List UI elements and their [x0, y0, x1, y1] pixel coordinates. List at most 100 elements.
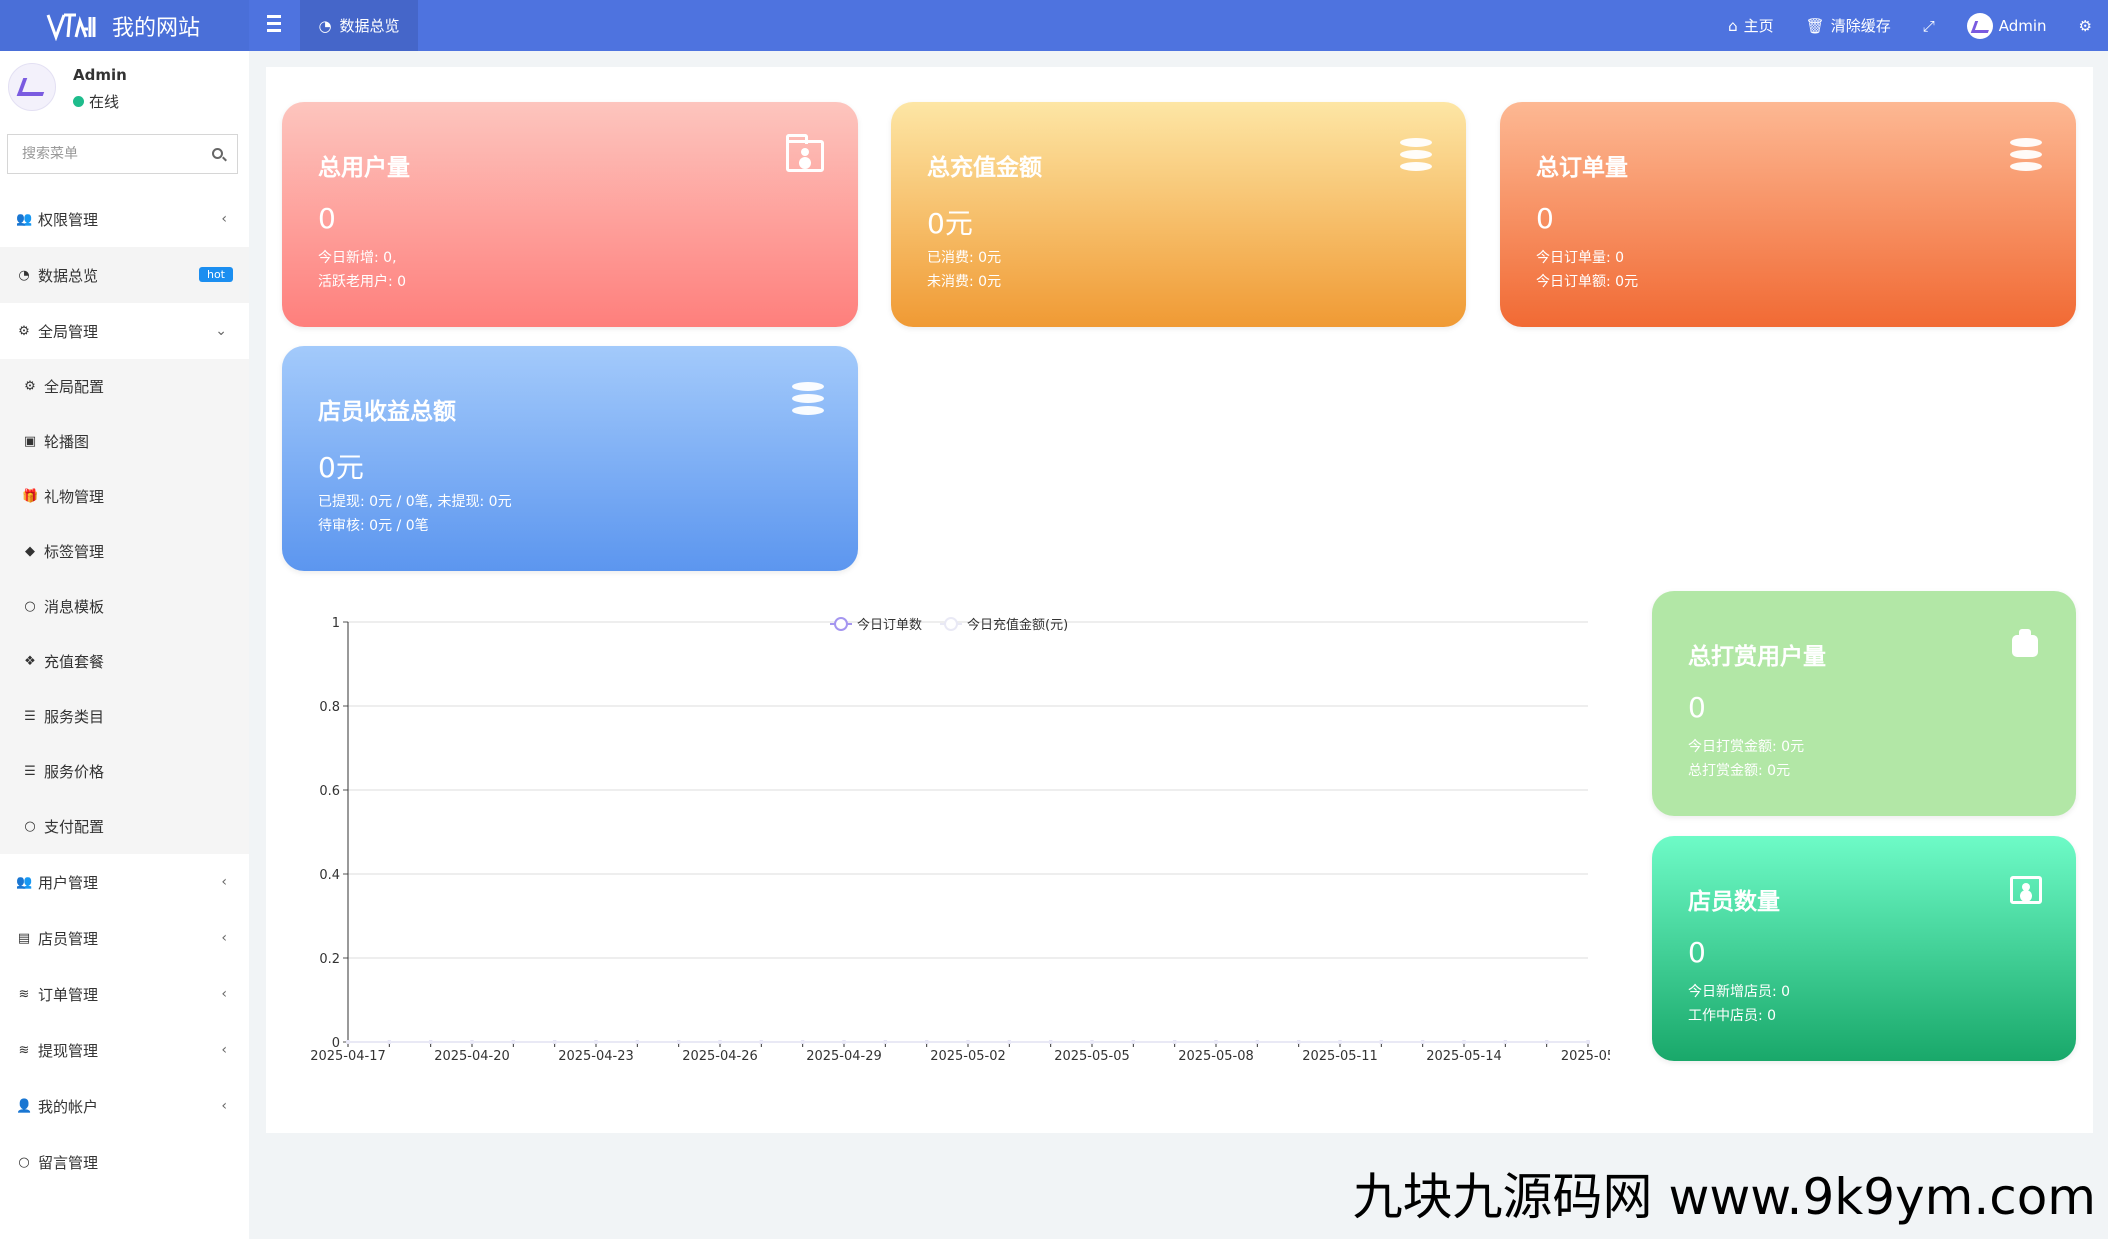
y-tick-label: 1: [332, 616, 340, 631]
card-detail: 工作中店员: 0: [1688, 1008, 1777, 1024]
x-tick-label: 2025-05-14: [1426, 1049, 1502, 1064]
data-point: [594, 1040, 598, 1044]
card-detail: 今日新增店员: 0: [1688, 984, 1791, 1000]
sidebar-item-users[interactable]: 👥 用户管理 ‹: [0, 854, 249, 910]
home-link[interactable]: ⌂ 主页: [1712, 0, 1790, 51]
search-icon[interactable]: [212, 148, 223, 159]
sidebar-menu: 👥 权限管理 ‹ ◔ 数据总览 hot ⚙ 全局管理 ⌄ ⚙ 全局配置 ▣ 轮播…: [0, 191, 249, 1190]
cogs-icon: ⚙: [2078, 16, 2092, 35]
data-point: [1131, 1040, 1136, 1044]
data-point: [1338, 1040, 1342, 1044]
sidebar-item-dashboard[interactable]: ◔ 数据总览 hot: [0, 247, 249, 303]
expand-icon: ⤢: [1922, 16, 1935, 35]
sidebar-item-staff[interactable]: ▤ 店员管理 ‹: [0, 910, 249, 966]
data-point: [1090, 1040, 1094, 1044]
data-point: [924, 1040, 929, 1044]
data-point: [1503, 1040, 1508, 1044]
top-navbar: 我的网站 ◔ 数据总览 ⌂ 主页 🗑 清除缓存 ⤢ Admin ⚙: [0, 0, 2108, 51]
database-icon: ≋: [18, 986, 30, 1002]
data-point: [511, 1040, 516, 1044]
data-point: [1214, 1040, 1218, 1044]
x-tick-label: 2025-04-26: [682, 1049, 758, 1064]
user-folder-icon: [786, 134, 824, 172]
card-tip-users: 总打赏用户量 0 今日打赏金额: 0元 总打赏金额: 0元: [1652, 591, 2076, 816]
card-total-users: 总用户量 0 今日新增: 0, 活跃老用户: 0: [282, 102, 858, 327]
legend-label: 今日充值金额(元): [967, 617, 1068, 633]
sidebar-item-label: 礼物管理: [44, 488, 105, 506]
chart-svg: 00.20.40.60.812025-04-17 2025-04-20 2025-0…: [310, 616, 1615, 1064]
card-title: 总订单量: [1536, 155, 1628, 181]
sidebar-subitem-payment-config[interactable]: ○ 支付配置: [0, 799, 249, 854]
sidebar-item-messages[interactable]: ○ 留言管理: [0, 1134, 249, 1190]
chevron-down-icon: ⌄: [215, 323, 227, 339]
x-tick-label: 2025-05-05: [1054, 1049, 1130, 1064]
card-detail: 活跃老用户: 0: [318, 274, 407, 290]
y-tick-label: 0.4: [319, 868, 340, 883]
chevron-left-icon: ‹: [221, 874, 227, 890]
id-card-icon: ▤: [17, 930, 31, 946]
x-tick-label: 2025-05-08: [1178, 1049, 1254, 1064]
settings-button[interactable]: ⚙: [2063, 0, 2108, 51]
online-dot-icon: [73, 96, 84, 107]
user-menu[interactable]: Admin: [1951, 0, 2063, 51]
sidebar-item-my-account[interactable]: 👤 我的帐户 ‹: [0, 1078, 249, 1134]
list-icon: ☰: [24, 764, 36, 779]
sidebar-subitem-gifts[interactable]: 🎁 礼物管理: [0, 469, 249, 524]
sidebar-subitem-global-config[interactable]: ⚙ 全局配置: [0, 359, 249, 414]
x-tick-label: 2025-04-17: [310, 1049, 386, 1064]
y-tick-label: 0.6: [319, 784, 340, 799]
data-point: [1172, 1040, 1177, 1044]
home-icon: ⌂: [1728, 16, 1738, 35]
card-title: 店员数量: [1688, 889, 1780, 915]
sidebar-subitem-service-prices[interactable]: ☰ 服务价格: [0, 744, 249, 799]
card-detail: 已提现: 0元 / 0笔, 未提现: 0元: [318, 494, 512, 510]
id-badge-icon: [2010, 876, 2042, 904]
card-staff-count: 店员数量 0 今日新增店员: 0 工作中店员: 0: [1652, 836, 2076, 1061]
sidebar-item-label: 我的帐户: [38, 1097, 99, 1116]
user-panel: Admin 在线: [0, 51, 249, 127]
data-point: [1462, 1040, 1466, 1044]
card-detail: 待审核: 0元 / 0笔: [318, 518, 429, 534]
data-point: [759, 1040, 764, 1044]
sidebar-subitem-message-templates[interactable]: ○ 消息模板: [0, 579, 249, 634]
circle-icon: ○: [24, 819, 36, 834]
home-label: 主页: [1743, 17, 1774, 35]
sidebar-item-label: 留言管理: [38, 1153, 99, 1172]
money-bag-icon: [2012, 629, 2038, 657]
top-right-nav: ⌂ 主页 🗑 清除缓存 ⤢ Admin ⚙: [1712, 0, 2108, 51]
sidebar-item-permissions[interactable]: 👥 权限管理 ‹: [0, 191, 249, 247]
tab-dashboard-label: 数据总览: [339, 17, 400, 35]
circle-icon: ○: [24, 599, 36, 614]
sidebar-subitem-tags[interactable]: ◆ 标签管理: [0, 524, 249, 579]
card-total-orders: 总订单量 0 今日订单量: 0 今日订单额: 0元: [1500, 102, 2076, 327]
circle-icon: ○: [18, 1154, 30, 1170]
tab-dashboard[interactable]: ◔ 数据总览: [300, 0, 418, 51]
chevron-left-icon: ‹: [221, 986, 227, 1002]
sidebar-item-global[interactable]: ⚙ 全局管理 ⌄: [0, 303, 249, 359]
logo-area[interactable]: 我的网站: [0, 0, 249, 51]
sidebar-item-orders[interactable]: ≋ 订单管理 ‹: [0, 966, 249, 1022]
users-icon: 👥: [16, 874, 33, 890]
submenu-global: ⚙ 全局配置 ▣ 轮播图 🎁 礼物管理 ◆ 标签管理 ○ 消息模板 ❖ 充值套餐: [0, 359, 249, 854]
users-icon: 👥: [16, 211, 33, 227]
sidebar-subitem-recharge-packages[interactable]: ❖ 充值套餐: [0, 634, 249, 689]
card-value: 0: [1536, 202, 1554, 235]
sidebar-item-withdrawals[interactable]: ≋ 提现管理 ‹: [0, 1022, 249, 1078]
user-status: 在线: [73, 91, 119, 112]
card-value: 0元: [927, 207, 973, 240]
x-tick-label: 2025-05-02: [930, 1049, 1006, 1064]
sidebar-toggle-button[interactable]: [263, 12, 285, 34]
logo-icon: [46, 11, 98, 41]
fullscreen-button[interactable]: ⤢: [1907, 0, 1951, 51]
data-point: [428, 1040, 433, 1044]
clear-cache-button[interactable]: 🗑 清除缓存: [1790, 0, 1907, 51]
data-point: [1296, 1040, 1301, 1044]
data-point: [1586, 1040, 1590, 1044]
search-input[interactable]: [22, 146, 202, 162]
data-point: [635, 1040, 640, 1044]
x-tick-label: 2025-05: [1561, 1049, 1610, 1064]
sidebar-subitem-carousel[interactable]: ▣ 轮播图: [0, 414, 249, 469]
tags-icon: ◆: [25, 544, 35, 559]
sidebar-item-label: 服务类目: [44, 708, 105, 726]
sidebar-subitem-service-categories[interactable]: ☰ 服务类目: [0, 689, 249, 744]
